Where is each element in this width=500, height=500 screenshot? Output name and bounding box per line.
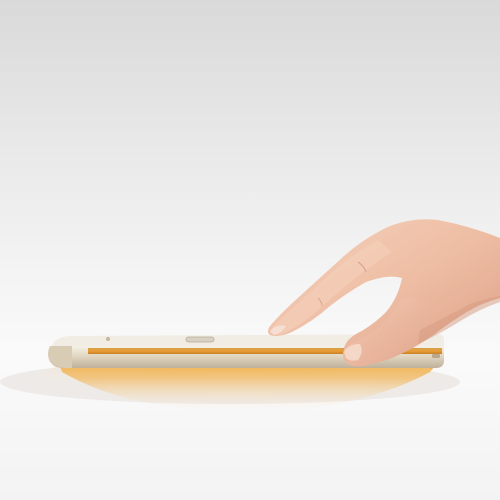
photo-illustration [0,0,500,500]
photo-scene [0,0,500,500]
sensor-dot [106,337,110,341]
home-button [185,336,215,343]
side-button [432,354,440,358]
